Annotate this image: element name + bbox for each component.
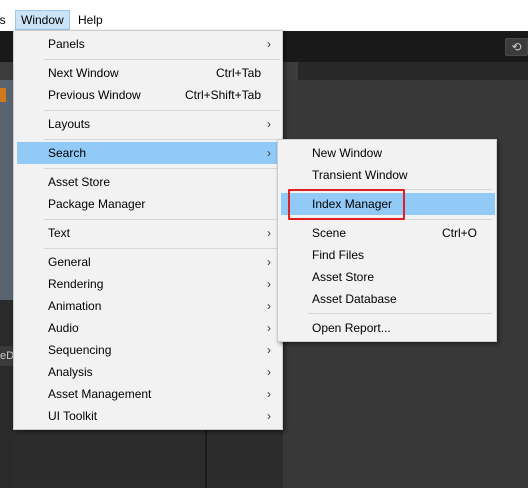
menu-separator [44, 110, 280, 111]
menu-item-label: Package Manager [48, 197, 146, 211]
menu-item-rendering[interactable]: Rendering › [17, 273, 279, 295]
menu-item-ui-toolkit[interactable]: UI Toolkit › [17, 405, 279, 427]
menu-item-label: Asset Database [312, 292, 397, 306]
menubar-item-tools[interactable]: ls [0, 10, 6, 30]
menu-item-general[interactable]: General › [17, 251, 279, 273]
chevron-right-icon: › [267, 299, 271, 313]
menu-item-shortcut: Ctrl+Shift+Tab [184, 88, 261, 102]
menu-separator [44, 219, 280, 220]
menu-item-panels[interactable]: Panels › [17, 33, 279, 55]
side-tab-chip[interactable]: eD [0, 346, 14, 366]
chevron-right-icon: › [267, 365, 271, 379]
menu-separator [308, 313, 492, 314]
menu-item-layouts[interactable]: Layouts › [17, 113, 279, 135]
chevron-right-icon: › [267, 277, 271, 291]
menu-item-analysis[interactable]: Analysis › [17, 361, 279, 383]
menu-item-label: Asset Store [312, 270, 375, 284]
menu-item-label: Scene [312, 226, 347, 240]
window-menu: Panels › Next Window Ctrl+Tab Previous W… [13, 30, 283, 430]
menu-bar: ls Window Help [0, 0, 528, 31]
menu-separator [44, 248, 280, 249]
menu-item-label: Audio [48, 321, 79, 335]
chevron-right-icon: › [267, 409, 271, 423]
menu-item-label: Rendering [48, 277, 104, 291]
menu-item-next-window[interactable]: Next Window Ctrl+Tab [17, 62, 279, 84]
menu-item-label: Asset Store [48, 175, 111, 189]
menu-item-animation[interactable]: Animation › [17, 295, 279, 317]
menu-item-package-manager[interactable]: Package Manager [17, 193, 279, 215]
chevron-right-icon: › [267, 226, 271, 240]
chevron-right-icon: › [267, 255, 271, 269]
menu-item-label: Panels [48, 37, 85, 51]
menu-item-search[interactable]: Search › [17, 142, 279, 164]
menubar-item-help[interactable]: Help [73, 10, 108, 30]
menu-item-label: Asset Management [48, 387, 152, 401]
annotation-highlight-box [288, 189, 405, 220]
menu-item-audio[interactable]: Audio › [17, 317, 279, 339]
menu-item-shortcut: Ctrl+O [441, 226, 477, 240]
menu-item-label: Find Files [312, 248, 365, 262]
history-icon[interactable]: ⟲ [505, 38, 528, 56]
menu-item-label: Previous Window [48, 88, 141, 102]
menu-item-asset-store[interactable]: Asset Store [17, 171, 279, 193]
menu-item-label: Search [48, 146, 87, 160]
chevron-right-icon: › [267, 146, 271, 160]
submenu-item-open-report[interactable]: Open Report... [281, 317, 495, 339]
menu-separator [44, 139, 280, 140]
chevron-right-icon: › [267, 37, 271, 51]
chevron-right-icon: › [267, 387, 271, 401]
menu-item-label: Layouts [48, 117, 91, 131]
bottom-panel [14, 430, 283, 488]
submenu-item-transient-window[interactable]: Transient Window [281, 164, 495, 186]
menu-item-label: New Window [312, 146, 383, 160]
menu-item-previous-window[interactable]: Previous Window Ctrl+Shift+Tab [17, 84, 279, 106]
submenu-item-new-window[interactable]: New Window [281, 142, 495, 164]
menu-item-label: Sequencing [48, 343, 112, 357]
menu-item-label: Analysis [48, 365, 93, 379]
menu-item-label: Next Window [48, 66, 119, 80]
chevron-right-icon: › [267, 343, 271, 357]
submenu-item-find-files[interactable]: Find Files [281, 244, 495, 266]
submenu-item-asset-store[interactable]: Asset Store [281, 266, 495, 288]
menu-item-shortcut: Ctrl+Tab [215, 66, 261, 80]
menu-item-label: Open Report... [312, 321, 391, 335]
menu-item-label: General [48, 255, 91, 269]
panel-divider[interactable] [205, 430, 207, 488]
menu-item-label: UI Toolkit [48, 409, 98, 423]
scene-tool-chip[interactable] [0, 88, 6, 102]
menu-item-asset-management[interactable]: Asset Management › [17, 383, 279, 405]
submenu-item-scene[interactable]: Scene Ctrl+O [281, 222, 495, 244]
menu-item-text[interactable]: Text › [17, 222, 279, 244]
menu-item-label: Transient Window [312, 168, 408, 182]
scene-view[interactable] [0, 80, 14, 300]
menu-item-sequencing[interactable]: Sequencing › [17, 339, 279, 361]
menu-item-label: Animation [48, 299, 102, 313]
menu-separator [44, 59, 280, 60]
menu-item-label: Text [48, 226, 71, 240]
project-panel [0, 300, 14, 488]
search-submenu: New Window Transient Window Index Manage… [277, 139, 497, 342]
menubar-item-window[interactable]: Window [15, 10, 70, 30]
chevron-right-icon: › [267, 321, 271, 335]
menu-separator [44, 168, 280, 169]
submenu-item-asset-database[interactable]: Asset Database [281, 288, 495, 310]
chevron-right-icon: › [267, 117, 271, 131]
